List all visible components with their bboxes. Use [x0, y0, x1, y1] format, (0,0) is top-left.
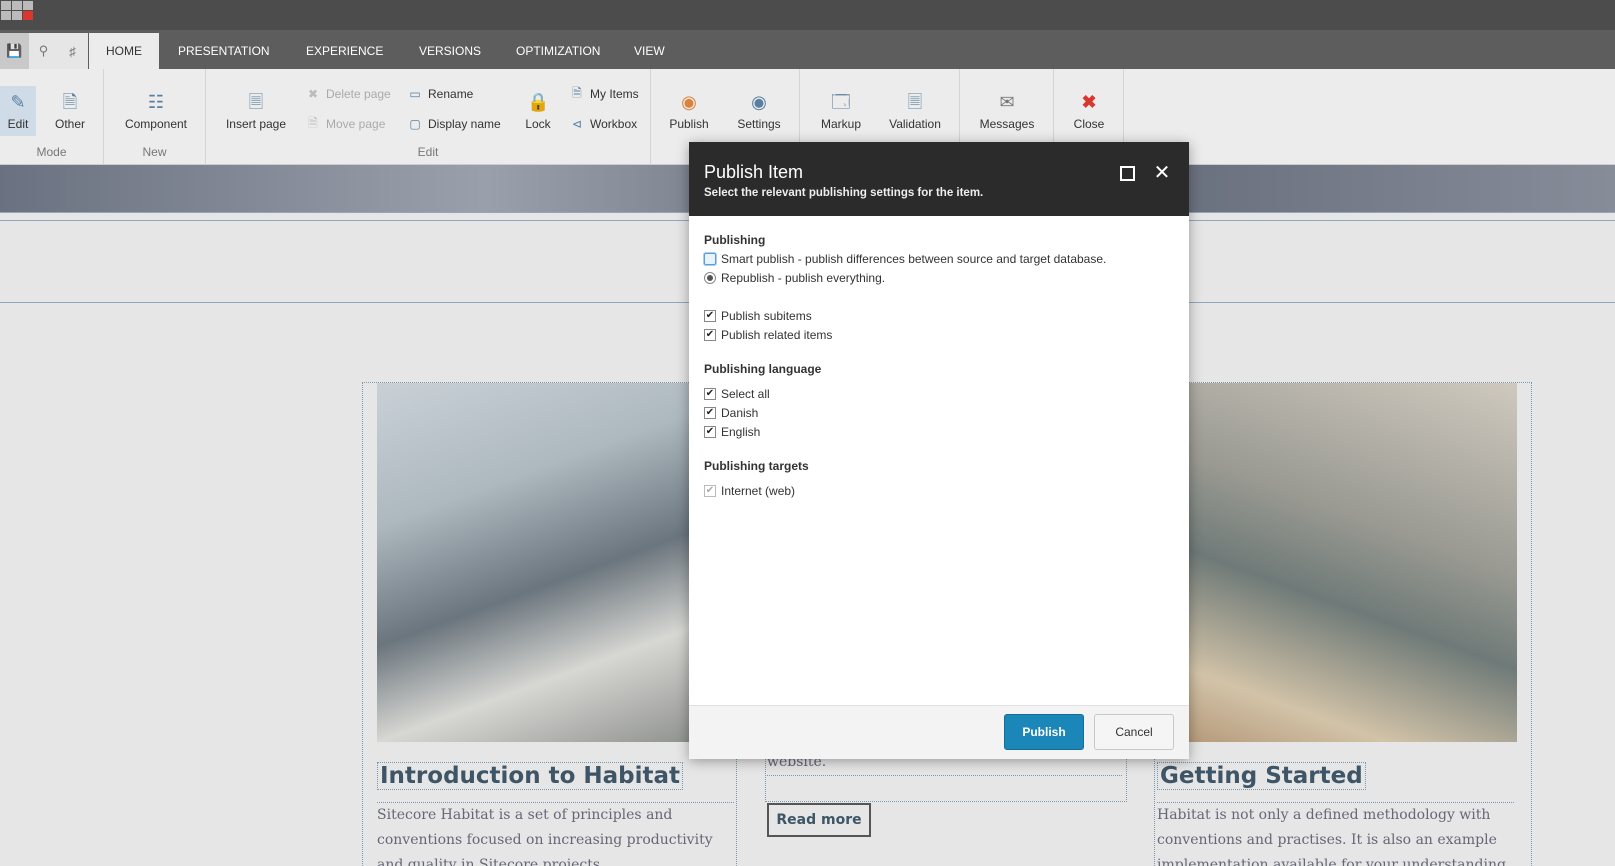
teaser-image-developer: [377, 383, 707, 742]
tab-optimization[interactable]: OPTIMIZATION: [499, 33, 617, 69]
select-all-checkbox[interactable]: ✔: [704, 388, 716, 400]
cancel-button[interactable]: Cancel: [1094, 714, 1174, 750]
publish-item-dialog: Publish Item Select the relevant publish…: [689, 142, 1189, 759]
smart-publish-radio[interactable]: [704, 253, 716, 265]
page-icon: 🗎: [62, 92, 78, 112]
tab-view[interactable]: VIEW: [617, 33, 682, 69]
delete-icon: ✖: [307, 87, 319, 101]
internet-web-checkbox[interactable]: ✔: [704, 485, 716, 497]
language-select-all[interactable]: ✔ Select all: [704, 386, 770, 402]
rename-icon: ▭: [409, 87, 421, 101]
component-button[interactable]: ☷ Component: [118, 91, 194, 131]
workbox-button[interactable]: ⊲ Workbox: [570, 116, 637, 132]
markup-icon: 🗔: [831, 92, 851, 112]
move-page-icon: 🗎: [308, 115, 318, 130]
language-english[interactable]: ✔ English: [704, 424, 760, 440]
settings-ribbon-button[interactable]: ◉ Settings: [735, 91, 783, 131]
group-label-mode: Mode: [36, 145, 67, 159]
validation-icon: 🗏: [907, 92, 923, 112]
rename-button[interactable]: ▭ Rename: [408, 86, 473, 102]
workbox-icon: ⊲: [571, 117, 583, 131]
group-label-new: New: [142, 145, 167, 159]
teaser-text-getting-started[interactable]: Habitat is not only a defined methodolog…: [1157, 802, 1514, 866]
my-items-button[interactable]: 🗎 My Items: [570, 86, 639, 102]
ribbon-tab-row: 💾 ⚲ ♯ HOME PRESENTATION EXPERIENCE VERSI…: [0, 30, 1615, 69]
tab-presentation[interactable]: PRESENTATION: [161, 33, 287, 69]
quick-access-toolbar: 💾 ⚲ ♯: [0, 33, 88, 69]
app-launcher-icon[interactable]: [0, 0, 33, 21]
publish-ribbon-button[interactable]: ◉ Publish: [667, 91, 711, 131]
publish-subitems-checkbox[interactable]: ✔: [704, 310, 716, 322]
teaser-text-introduction[interactable]: Sitecore Habitat is a set of principles …: [377, 802, 734, 866]
close-dialog-icon[interactable]: ✕: [1151, 162, 1173, 184]
lock-icon: 🔒: [527, 92, 550, 112]
publish-subitems-option[interactable]: ✔ Publish subitems: [704, 308, 812, 324]
dialog-subtitle: Select the relevant publishing settings …: [704, 187, 984, 199]
edit-mode-button[interactable]: ✎ Edit: [4, 91, 32, 131]
close-ribbon-button[interactable]: ✖ Close: [1072, 91, 1106, 131]
insert-page-icon: 🗏: [248, 92, 264, 112]
other-mode-button[interactable]: 🗎 Other: [52, 91, 88, 131]
maximize-icon[interactable]: [1116, 162, 1138, 184]
english-checkbox[interactable]: ✔: [704, 426, 716, 438]
messages-button[interactable]: ✉ Messages: [978, 91, 1036, 131]
language-heading: Publishing language: [704, 362, 822, 376]
republish-option[interactable]: Republish - publish everything.: [704, 270, 885, 286]
teaser-title-introduction[interactable]: Introduction to Habitat: [377, 762, 684, 790]
group-label-edit: Edit: [417, 145, 439, 159]
markup-button[interactable]: 🗔 Markup: [818, 91, 864, 131]
smart-publish-option[interactable]: Smart publish - publish differences betw…: [704, 251, 1106, 267]
ribbon-group-new: ☷ Component New: [104, 69, 206, 165]
publish-button[interactable]: Publish: [1004, 714, 1084, 750]
targets-heading: Publishing targets: [704, 459, 809, 473]
insert-page-button[interactable]: 🗏 Insert page: [224, 91, 288, 131]
messages-icon: ✉: [999, 92, 1015, 112]
teaser-title-getting-started[interactable]: Getting Started: [1157, 762, 1366, 790]
globe-settings-icon: ◉: [751, 92, 767, 112]
target-internet-web[interactable]: ✔ Internet (web): [704, 483, 795, 499]
danish-checkbox[interactable]: ✔: [704, 407, 716, 419]
dialog-title: Publish Item: [704, 162, 804, 182]
close-icon: ✖: [1081, 92, 1097, 112]
display-name-icon: ▢: [409, 117, 421, 131]
move-page-button[interactable]: 🗎 Move page: [306, 116, 385, 132]
validation-button[interactable]: 🗏 Validation: [886, 91, 944, 131]
search-icon[interactable]: ⚲: [29, 33, 58, 69]
ribbon-group-mode: ✎ Edit 🗎 Other Mode: [0, 69, 104, 165]
top-bar: [0, 0, 1615, 30]
republish-radio[interactable]: [704, 272, 716, 284]
dialog-footer: Publish Cancel: [689, 705, 1189, 759]
edit-pencil-icon: ✎: [10, 92, 26, 112]
tree-icon[interactable]: ♯: [58, 33, 87, 69]
publish-related-checkbox[interactable]: ✔: [704, 329, 716, 341]
my-items-icon: 🗎: [572, 85, 582, 100]
read-more-button[interactable]: Read more: [767, 803, 871, 837]
tab-experience[interactable]: EXPERIENCE: [289, 33, 400, 69]
tab-home[interactable]: HOME: [89, 33, 159, 69]
lock-button[interactable]: 🔒 Lock: [522, 91, 554, 131]
dialog-header: Publish Item Select the relevant publish…: [689, 142, 1189, 216]
tab-versions[interactable]: VERSIONS: [402, 33, 498, 69]
ribbon-group-edit: 🗏 Insert page ✖ Delete page 🗎 Move page …: [206, 69, 651, 165]
publishing-heading: Publishing: [704, 233, 766, 247]
publish-related-option[interactable]: ✔ Publish related items: [704, 327, 832, 343]
display-name-button[interactable]: ▢ Display name: [408, 116, 500, 132]
delete-page-button[interactable]: ✖ Delete page: [306, 86, 391, 102]
save-icon[interactable]: 💾: [0, 33, 29, 69]
component-icon: ☷: [147, 92, 165, 112]
globe-publish-icon: ◉: [681, 92, 697, 112]
language-danish[interactable]: ✔ Danish: [704, 405, 758, 421]
teaser-image-cashier: [1189, 383, 1517, 742]
